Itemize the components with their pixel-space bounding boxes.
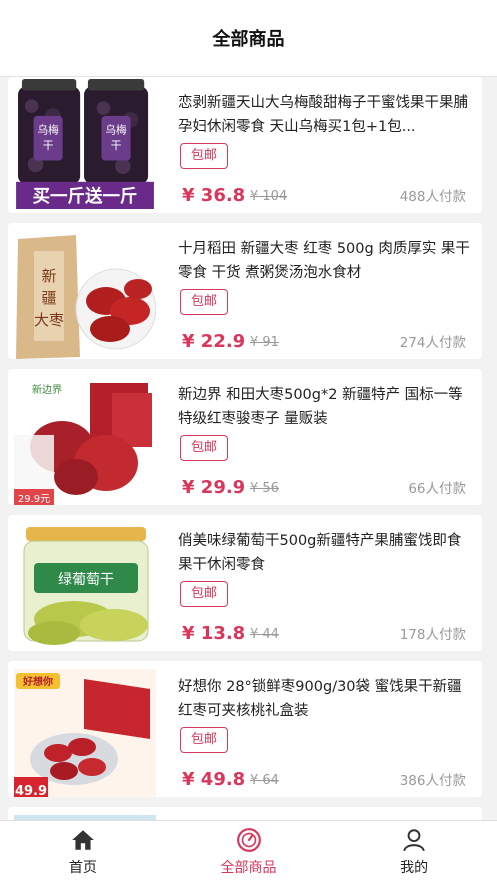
free-shipping-tag: 包邮 bbox=[180, 581, 229, 607]
user-icon bbox=[403, 829, 425, 852]
svg-text:大枣: 大枣 bbox=[34, 311, 64, 329]
page-title: 全部商品 bbox=[212, 29, 285, 50]
product-card[interactable]: 好想你 49.9 好想你 28°锁鲜枣900g/30袋 蜜饯果干新疆红枣可夹核桃… bbox=[8, 661, 482, 797]
product-price: ¥ 22.9 bbox=[182, 331, 246, 352]
tab-label: 首页 bbox=[68, 860, 97, 876]
dates-pile-illustration: 新边界 29.9元 bbox=[14, 377, 156, 505]
bag-text: 新 bbox=[41, 267, 56, 285]
product-card[interactable]: 绿葡萄干 俏美味绿葡萄干500g新疆特产果脯蜜饯即食果干休闲零食 包邮 ¥ 13… bbox=[8, 515, 482, 651]
sales-count: 66人付款 bbox=[408, 481, 466, 497]
dates-bag-illustration: 新 疆 大枣 bbox=[14, 231, 156, 359]
raisin-jar-illustration: 绿葡萄干 bbox=[14, 523, 156, 651]
product-card[interactable]: 乌梅 干 乌梅 干 买一斤送一斤 恋剥新疆天山大乌梅酸甜梅子干蜜饯果干果脯孕妇休… bbox=[8, 77, 482, 213]
product-image-gift-box[interactable]: 好想你 49.9 bbox=[14, 669, 156, 797]
product-card[interactable]: 新 疆 大枣 十月稻田 新疆大枣 红枣 500g 肉质厚实 果干零食 干货 煮粥… bbox=[8, 223, 482, 359]
free-shipping-tag: 包邮 bbox=[180, 435, 229, 461]
bottom-tab-bar: 首页 全部商品 我的 bbox=[0, 820, 497, 883]
brand-logo: 新边界 bbox=[32, 383, 62, 396]
prune-jar-illustration: 乌梅 干 乌梅 干 买一斤送一斤 bbox=[16, 77, 154, 209]
tab-label: 我的 bbox=[400, 860, 429, 876]
product-image-dates-pile[interactable]: 新边界 29.9元 bbox=[14, 377, 156, 505]
jar-label-right-2: 干 bbox=[111, 139, 122, 152]
free-shipping-tag: 包邮 bbox=[180, 143, 229, 169]
home-icon bbox=[71, 830, 94, 850]
free-shipping-tag: 包邮 bbox=[180, 727, 229, 753]
promo-banner: 买一斤送一斤 bbox=[33, 186, 138, 207]
product-price: ¥ 49.8 bbox=[182, 769, 246, 790]
product-card[interactable]: 新边界 29.9元 新边界 和田大枣500g*2 新疆特产 国标一等特级红枣骏枣… bbox=[8, 369, 482, 505]
free-shipping-tag: 包邮 bbox=[180, 289, 229, 315]
product-title[interactable]: 恋剥新疆天山大乌梅酸甜梅子干蜜饯果干果脯孕妇休闲零食 天山乌梅买1包+1包... bbox=[178, 91, 470, 139]
jar-label-left: 乌梅 bbox=[37, 123, 59, 136]
original-price: ¥ 104 bbox=[250, 189, 288, 204]
sales-count: 178人付款 bbox=[399, 627, 466, 643]
product-price: ¥ 29.9 bbox=[182, 477, 246, 498]
jar-label-left-2: 干 bbox=[43, 139, 54, 152]
original-price: ¥ 56 bbox=[250, 481, 279, 496]
price-badge: 29.9元 bbox=[18, 494, 50, 505]
product-title[interactable]: 新边界 和田大枣500g*2 新疆特产 国标一等特级红枣骏枣子 量贩装 bbox=[178, 383, 470, 431]
sales-count: 488人付款 bbox=[399, 189, 466, 205]
gift-box-brand: 好想你 bbox=[22, 675, 53, 688]
product-image-prunes[interactable]: 乌梅 干 乌梅 干 买一斤送一斤 bbox=[14, 77, 156, 213]
product-title[interactable]: 十月稻田 新疆大枣 红枣 500g 肉质厚实 果干零食 干货 煮粥煲汤泡水食材 bbox=[178, 237, 470, 285]
svg-text:疆: 疆 bbox=[41, 289, 56, 307]
sales-count: 386人付款 bbox=[399, 773, 466, 789]
original-price: ¥ 64 bbox=[250, 773, 279, 788]
original-price: ¥ 44 bbox=[250, 627, 279, 642]
gift-box-illustration: 好想你 49.9 bbox=[14, 669, 156, 797]
product-title[interactable]: 好想你 28°锁鲜枣900g/30袋 蜜饯果干新疆红枣可夹核桃礼盒装 bbox=[178, 675, 470, 723]
gift-box-price-badge: 49.9 bbox=[15, 784, 47, 797]
product-price: ¥ 13.8 bbox=[182, 623, 246, 644]
jar-label-right: 乌梅 bbox=[105, 123, 127, 136]
tab-all-products[interactable]: 全部商品 bbox=[166, 821, 332, 883]
original-price: ¥ 91 bbox=[250, 335, 279, 350]
raisin-jar-label: 绿葡萄干 bbox=[58, 572, 114, 588]
tab-mine[interactable]: 我的 bbox=[331, 821, 497, 883]
tab-home[interactable]: 首页 bbox=[0, 821, 166, 883]
product-price: ¥ 36.8 bbox=[182, 185, 246, 206]
sales-count: 274人付款 bbox=[399, 335, 466, 351]
product-image-raisins[interactable]: 绿葡萄干 bbox=[14, 523, 156, 651]
product-image-dates-bag[interactable]: 新 疆 大枣 bbox=[14, 231, 156, 359]
product-title[interactable]: 俏美味绿葡萄干500g新疆特产果脯蜜饯即食果干休闲零食 bbox=[178, 529, 470, 577]
compass-icon bbox=[236, 828, 261, 852]
tab-label: 全部商品 bbox=[220, 860, 277, 876]
page-header: 全部商品 bbox=[0, 0, 497, 77]
